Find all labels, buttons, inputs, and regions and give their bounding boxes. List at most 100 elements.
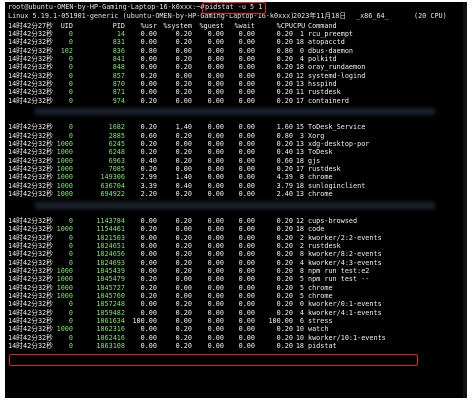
cell-cpu: 18 [295, 225, 304, 234]
cell-uid: 1000 [56, 225, 73, 234]
cell-cpu-pct: 0.80 [276, 46, 293, 55]
cell-cpu-pct: 0.20 [276, 96, 293, 105]
pidstat-row: 14时42分32秒 0 14 0.00 0.20 0.00 0.00 0.20 1 rcu_pre… [5, 30, 467, 38]
cell-guest: 0.00 [207, 173, 224, 182]
cell-guest: 0.00 [207, 181, 224, 190]
cell-guest: 0.00 [207, 342, 224, 351]
cell-pid: 1154461 [96, 225, 125, 234]
cell-uid: 1000 [56, 266, 73, 275]
terminal-window[interactable]: root@ubuntu-OMEN-by-HP-Gaming-Laptop-16-… [5, 2, 467, 398]
cell-cpu-pct: 0.20 [276, 165, 293, 174]
cell-guest: 0.00 [207, 38, 224, 47]
cell-usr: 0.20 [140, 292, 157, 301]
cell-system: 0.20 [175, 216, 192, 225]
cell-cpu: 10 [295, 325, 304, 334]
cell-pid: 1824651 [96, 241, 125, 250]
cell-cpu-pct: 0.80 [276, 131, 293, 140]
cell-usr: 0.00 [140, 333, 157, 342]
cell-cpu-pct: 0.60 [276, 156, 293, 165]
cell-cpu: 5 [299, 292, 304, 301]
cell-system: 0.00 [175, 317, 192, 326]
cell-uid: 1000 [56, 275, 73, 284]
cell-time: 14时42分32秒 [8, 300, 53, 309]
cell-pid: 7085 [108, 165, 125, 174]
scrollbar[interactable] [463, 2, 467, 398]
cell-usr: 0.20 [140, 96, 157, 105]
cell-cpu-pct: 0.20 [276, 258, 293, 267]
pidstat-row: 14时42分32秒 0 1824651 0.00 0.20 0.00 0.00 0.20 2 ru… [5, 242, 467, 250]
cell-usr: 0.20 [140, 140, 157, 149]
cell-system: 0.00 [175, 71, 192, 80]
cell-wait: 0.00 [238, 258, 255, 267]
cell-usr: 0.80 [140, 46, 157, 55]
cell-cpu: 15 [295, 123, 304, 132]
cell-pid: 14 [116, 29, 125, 38]
pidstat-row: 14时42分32秒 0 1862416 0.00 0.20 0.00 0.00 0.20 10 k… [5, 334, 467, 342]
header-wait: %wait [234, 21, 255, 30]
cell-pid: 1824693 [96, 258, 125, 267]
cell-cpu: 2 [299, 233, 304, 242]
pidstat-row: 14时42分32秒 0 1861634 100.00 0.00 0.00 0.00 100.0… [5, 317, 467, 325]
cell-wait: 0.00 [238, 79, 255, 88]
pidstat-row: 14时42分32秒 1000 1862316 0.00 0.20 0.00 0.00 0.20… [5, 325, 467, 333]
cell-usr: 0.00 [140, 54, 157, 63]
cell-wait: 0.00 [238, 54, 255, 63]
date-info: 2023年11月18日 [293, 11, 347, 20]
cell-cpu: 8 [299, 173, 304, 182]
cell-cpu-pct: 0.20 [276, 233, 293, 242]
cell-time: 14时42分32秒 [8, 258, 53, 267]
header-system: %system [163, 21, 192, 30]
cell-cpu-pct: 0.20 [276, 283, 293, 292]
cell-cpu-pct: 0.20 [276, 29, 293, 38]
cell-command: cups-browsed [308, 216, 358, 225]
cell-wait: 0.00 [238, 233, 255, 242]
cell-time: 14时42分32秒 [8, 181, 53, 190]
cell-system: 0.00 [175, 292, 192, 301]
cell-system: 1.40 [175, 123, 192, 132]
cell-command: ToDesk [308, 148, 333, 157]
pidstat-row: 14时42分32秒 0 2885 0.60 0.20 0.00 0.00 0.80 3 Xorg [5, 132, 467, 140]
cell-command: ToDesk_Service [308, 123, 366, 132]
cell-uid: 1000 [56, 283, 73, 292]
pidstat-row: 14时42分32秒 0 1824656 0.00 0.20 0.00 0.00 0.20 8 kw… [5, 250, 467, 258]
pidstat-row: 14时42分32秒 1000 636704 3.39 0.40 0.00 0.00 3.79 1… [5, 182, 467, 190]
header-cpu-pct: %CPU [276, 21, 293, 30]
cell-pid: 636704 [100, 181, 125, 190]
cell-wait: 0.00 [238, 29, 255, 38]
pidstat-row: 14时42分32秒 0 871 0.00 0.20 0.00 0.00 0.20 11 rustd… [5, 88, 467, 96]
cell-command: hsspind [308, 79, 337, 88]
cell-wait: 0.00 [238, 225, 255, 234]
cell-system: 0.20 [175, 148, 192, 157]
cell-system: 0.20 [175, 131, 192, 140]
cell-cpu-pct: 0.20 [276, 342, 293, 351]
cell-time: 14时42分32秒 [8, 275, 53, 284]
cell-uid: 0 [68, 258, 73, 267]
cell-system: 0.20 [175, 266, 192, 275]
cell-command: sunloginclient [308, 181, 366, 190]
cell-uid: 0 [68, 233, 73, 242]
cell-wait: 0.00 [238, 300, 255, 309]
cell-system: 0.20 [175, 79, 192, 88]
cell-guest: 0.00 [207, 71, 224, 80]
cell-usr: 0.00 [140, 63, 157, 72]
cell-uid: 0 [68, 71, 73, 80]
pidstat-row: 14时42分32秒 1000 1845439 0.00 0.20 0.00 0.00 0.20… [5, 267, 467, 275]
cell-system: 0.00 [175, 140, 192, 149]
cell-wait: 0.00 [238, 173, 255, 182]
cell-system: 0.20 [175, 325, 192, 334]
cell-uid: 0 [68, 317, 73, 326]
cell-uid: 1000 [56, 190, 73, 199]
cell-command: npm run test -- [308, 275, 370, 284]
cell-guest: 0.00 [207, 300, 224, 309]
pidstat-row: 14时42分32秒 0 1859482 0.00 0.20 0.00 0.00 0.20 4 kw… [5, 309, 467, 317]
cell-cpu-pct: 0.40 [276, 148, 293, 157]
cell-time: 14时42分32秒 [8, 333, 53, 342]
cell-cpu: 17 [295, 96, 304, 105]
cell-cpu-pct: 0.20 [276, 88, 293, 97]
cell-cpu-pct: 0.20 [276, 140, 293, 149]
cell-guest: 0.00 [207, 325, 224, 334]
cell-guest: 0.00 [207, 63, 224, 72]
prompt-text: root@ubuntu-OMEN-by-HP-Gaming-Laptop-16-… [8, 3, 205, 11]
cell-uid: 0 [68, 38, 73, 47]
cell-wait: 0.00 [238, 71, 255, 80]
